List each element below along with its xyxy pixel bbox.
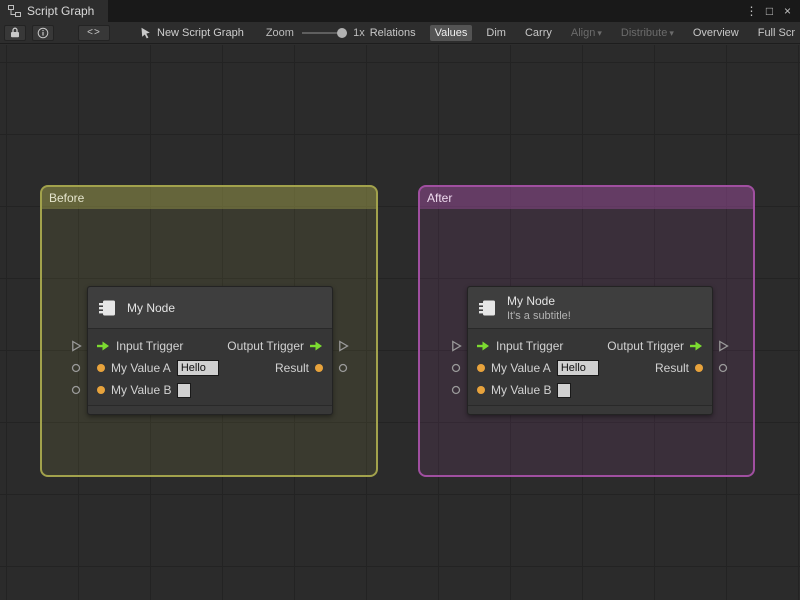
external-output-ports xyxy=(718,286,730,416)
distribute-label: Distribute xyxy=(620,26,668,39)
value-b-label: My Value B xyxy=(111,383,172,397)
result-label: Result xyxy=(274,361,309,375)
overview-button[interactable]: Overview xyxy=(688,25,744,41)
trigger-row: Input Trigger Output Trigger xyxy=(468,335,712,357)
node-header[interactable]: My Node It's a subtitle! xyxy=(468,287,712,329)
script-graph-icon xyxy=(8,5,21,17)
node-port-rows: Input Trigger Output Trigger My Value A xyxy=(88,329,332,405)
trigger-arrow-icon[interactable] xyxy=(477,341,490,351)
value-a-input[interactable] xyxy=(176,360,219,376)
input-trigger-label: Input Trigger xyxy=(496,339,564,353)
result-port-icon[interactable] xyxy=(315,364,323,372)
value-port-icon[interactable] xyxy=(97,386,105,394)
tab-title: Script Graph xyxy=(27,4,95,18)
node-type-icon xyxy=(99,300,115,315)
external-input-ports xyxy=(450,286,462,416)
value-b-row: My Value B xyxy=(88,379,332,401)
result-label: Result xyxy=(654,361,689,375)
distribute-dropdown[interactable]: Distribute ▾ xyxy=(616,25,679,41)
node-header[interactable]: My Node xyxy=(88,287,332,329)
output-trigger-port-icon[interactable] xyxy=(338,340,349,352)
value-b-input[interactable] xyxy=(557,382,572,398)
window-menu-icon[interactable]: ⋮ xyxy=(744,4,759,18)
relations-toggle[interactable]: Relations xyxy=(365,25,421,41)
value-port-icon[interactable] xyxy=(477,364,485,372)
value-a-label: My Value A xyxy=(111,361,171,375)
graph-name-label: New Script Graph xyxy=(157,26,244,39)
align-label: Align xyxy=(570,26,596,39)
group-after-header[interactable]: After xyxy=(420,187,753,209)
node-assembly-before: My Node Input Trigger Output Trigger My … xyxy=(70,286,350,416)
value-a-port-icon[interactable] xyxy=(71,363,81,373)
fullscreen-button[interactable]: Full Scr xyxy=(753,25,800,41)
group-before-title: Before xyxy=(49,191,85,205)
node-title: My Node xyxy=(507,293,556,308)
window-controls: ⋮ □ × xyxy=(744,0,800,22)
value-a-row: My Value A Result xyxy=(468,357,712,379)
node-my-node-before[interactable]: My Node Input Trigger Output Trigger My … xyxy=(87,286,333,415)
trigger-arrow-icon[interactable] xyxy=(310,341,323,351)
group-before-header[interactable]: Before xyxy=(42,187,376,209)
value-b-row: My Value B xyxy=(468,379,712,401)
values-toggle[interactable]: Values xyxy=(429,24,473,41)
graph-toolbar: <> New Script Graph Zoom 1x Relations Va… xyxy=(0,22,800,44)
zoom-slider[interactable] xyxy=(301,27,348,39)
value-b-port-icon[interactable] xyxy=(71,385,81,395)
value-a-port-icon[interactable] xyxy=(451,363,461,373)
value-port-icon[interactable] xyxy=(97,364,105,372)
result-port-icon[interactable] xyxy=(718,363,728,373)
chevron-down-icon: ▾ xyxy=(669,27,674,38)
node-type-icon xyxy=(479,300,495,315)
trigger-arrow-icon[interactable] xyxy=(97,341,110,351)
window-maximize-icon[interactable]: □ xyxy=(762,4,777,18)
group-after-title: After xyxy=(427,191,453,205)
lock-button[interactable] xyxy=(4,24,26,41)
graph-asset-selector[interactable]: New Script Graph xyxy=(140,27,244,39)
info-icon xyxy=(37,27,49,38)
carry-toggle[interactable]: Carry xyxy=(520,25,557,41)
node-subtitle: It's a subtitle! xyxy=(507,309,571,322)
result-port-icon[interactable] xyxy=(695,364,703,372)
node-assembly-after: My Node It's a subtitle! Input Trigger O… xyxy=(450,286,730,416)
info-button[interactable] xyxy=(32,24,54,41)
external-output-ports xyxy=(338,286,350,416)
trigger-arrow-icon[interactable] xyxy=(690,341,703,351)
chevron-down-icon: ▾ xyxy=(597,27,602,38)
output-trigger-port-icon[interactable] xyxy=(718,340,729,352)
node-footer xyxy=(468,405,712,414)
window-close-icon[interactable]: × xyxy=(780,4,795,18)
node-footer xyxy=(88,405,332,414)
zoom-label: Zoom xyxy=(265,26,294,39)
graph-canvas[interactable]: Before After My Node Input Trigger Outpu… xyxy=(0,45,800,600)
trigger-row: Input Trigger Output Trigger xyxy=(88,335,332,357)
input-trigger-port-icon[interactable] xyxy=(451,340,462,352)
value-b-input[interactable] xyxy=(177,382,192,398)
node-title: My Node xyxy=(127,300,176,315)
zoom-slider-knob[interactable] xyxy=(337,27,348,38)
code-view-button[interactable]: <> xyxy=(78,24,110,41)
window-tab-bar: Script Graph ⋮ □ × xyxy=(0,0,800,22)
value-port-icon[interactable] xyxy=(477,386,485,394)
value-a-label: My Value A xyxy=(491,361,551,375)
external-input-ports xyxy=(70,286,82,416)
node-port-rows: Input Trigger Output Trigger My Value A xyxy=(468,329,712,405)
dim-toggle[interactable]: Dim xyxy=(481,25,511,41)
input-trigger-port-icon[interactable] xyxy=(71,340,82,352)
result-port-icon[interactable] xyxy=(338,363,348,373)
value-b-label: My Value B xyxy=(491,383,552,397)
value-a-input[interactable] xyxy=(556,360,599,376)
tab-script-graph[interactable]: Script Graph xyxy=(0,0,109,22)
zoom-value: 1x xyxy=(353,26,365,39)
output-trigger-label: Output Trigger xyxy=(607,339,684,353)
value-a-row: My Value A Result xyxy=(88,357,332,379)
lock-icon xyxy=(11,27,19,38)
align-dropdown[interactable]: Align ▾ xyxy=(566,25,607,41)
graph-asset-icon xyxy=(141,27,150,38)
node-my-node-after[interactable]: My Node It's a subtitle! Input Trigger O… xyxy=(467,286,713,415)
output-trigger-label: Output Trigger xyxy=(227,339,304,353)
value-b-port-icon[interactable] xyxy=(451,385,461,395)
input-trigger-label: Input Trigger xyxy=(116,339,184,353)
